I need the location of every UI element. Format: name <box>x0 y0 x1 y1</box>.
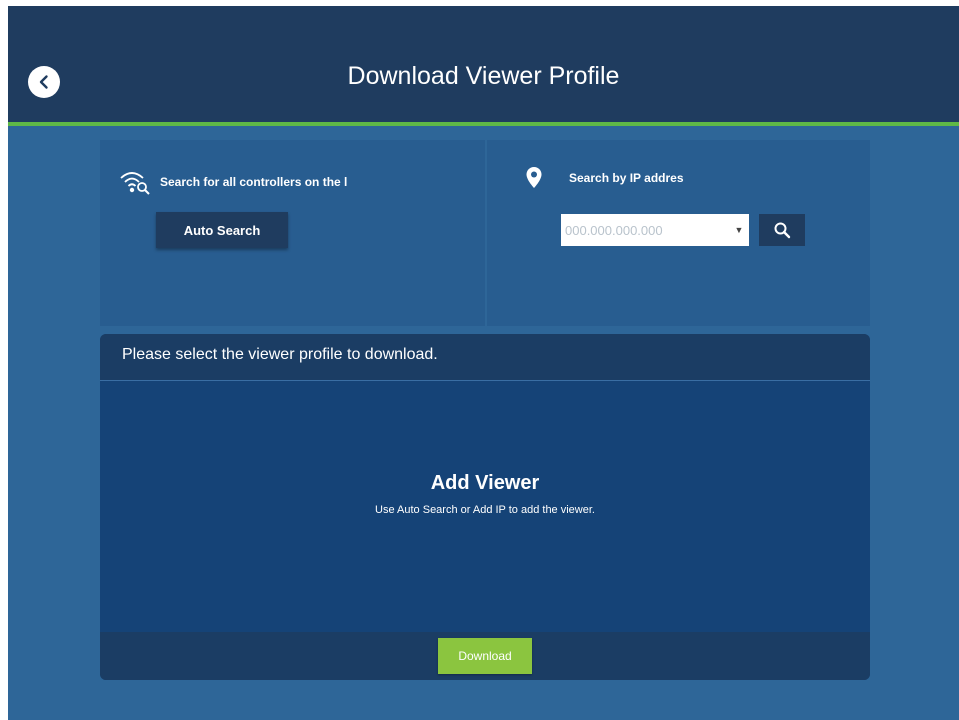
ip-address-input[interactable] <box>561 216 729 244</box>
header-bar: Download Viewer Profile <box>8 6 959 126</box>
ip-search-button[interactable] <box>759 214 805 246</box>
ip-search-heading: Search by IP addres <box>525 166 684 190</box>
ip-search-panel: Search by IP addres ▼ <box>487 140 870 326</box>
auto-search-label: Search for all controllers on the l <box>160 175 348 189</box>
location-pin-icon <box>526 167 542 188</box>
download-button[interactable]: Download <box>438 638 532 674</box>
app-window: Download Viewer Profile Search for all c… <box>8 6 959 720</box>
ip-address-combobox: ▼ <box>561 214 749 246</box>
viewer-list-footer: Download <box>100 632 870 680</box>
viewer-list-instruction: Please select the viewer profile to down… <box>122 346 438 363</box>
viewer-list-header: Please select the viewer profile to down… <box>100 334 870 381</box>
auto-search-heading: Search for all controllers on the l <box>118 168 347 196</box>
page-title: Download Viewer Profile <box>347 62 620 90</box>
auto-search-panel: Search for all controllers on the l Auto… <box>100 140 485 326</box>
caret-down-icon[interactable]: ▼ <box>729 225 749 235</box>
ip-search-label: Search by IP addres <box>569 171 684 185</box>
viewer-list-panel: Please select the viewer profile to down… <box>100 334 870 680</box>
empty-state-title: Add Viewer <box>430 472 540 494</box>
auto-search-button[interactable]: Auto Search <box>156 212 288 248</box>
wifi-search-icon <box>120 172 150 195</box>
search-icon <box>774 222 791 239</box>
empty-state-message: Use Auto Search or Add IP to add the vie… <box>375 504 595 516</box>
